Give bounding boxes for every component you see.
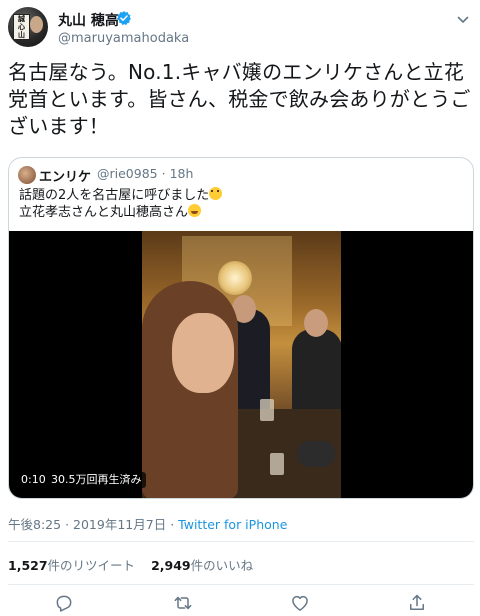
divider xyxy=(8,584,474,585)
tears-of-joy-emoji-icon xyxy=(188,204,202,217)
quoted-text-line1: 話題の2人を名古屋に呼びました xyxy=(19,187,459,204)
reply-icon[interactable] xyxy=(54,593,74,613)
quoted-text: 話題の2人を名古屋に呼びました 立花孝志さんと丸山穂高さん xyxy=(19,187,459,221)
hugging-face-emoji-icon xyxy=(209,187,223,200)
retweet-stat[interactable]: 1,527件のリツイート xyxy=(8,558,135,573)
avatar-face xyxy=(30,16,43,33)
video-views: 30.5万回再生済み xyxy=(47,472,146,488)
share-icon[interactable] xyxy=(407,593,427,613)
timestamp-separator: · xyxy=(65,517,70,532)
retweet-count: 1,527 xyxy=(8,558,48,573)
quoted-separator: · xyxy=(161,166,166,181)
quoted-age: 18h xyxy=(169,166,194,181)
author-display-name[interactable]: 丸山 穂高 xyxy=(58,10,119,30)
quoted-username: @rie0985 xyxy=(97,166,158,181)
tweet-timestamp: 午後8:25 · 2019年11月7日 · Twitter for iPhone xyxy=(8,514,287,533)
quoted-avatar xyxy=(18,166,36,184)
author-username[interactable]: @maruyamahodaka xyxy=(58,31,189,46)
avatar[interactable]: 誠 心 山 xyxy=(8,7,48,47)
timestamp-separator: · xyxy=(170,517,175,532)
retweet-label: 件のリツイート xyxy=(47,558,136,573)
retweet-icon[interactable] xyxy=(173,593,193,613)
like-stat[interactable]: 2,949件のいいね xyxy=(151,558,253,573)
heart-icon[interactable] xyxy=(290,593,310,613)
quoted-tweet[interactable]: エンリケ @rie0985 · 18h 話題の2人を名古屋に呼びました 立花孝志… xyxy=(8,157,474,499)
verified-badge-icon xyxy=(116,11,131,25)
tweet-text: 名古屋なう。No.1.キャバ嬢のエンリケさんと立花党首といます。皆さん、税金で飲… xyxy=(8,60,471,138)
video-duration: 0:10 xyxy=(17,472,50,488)
tweet-stats: 1,527件のリツイート 2,949件のいいね xyxy=(8,555,253,574)
divider xyxy=(8,541,474,542)
tweet-time[interactable]: 午後8:25 xyxy=(8,517,61,532)
like-count: 2,949 xyxy=(151,558,191,573)
video-player[interactable]: 0:10 30.5万回再生済み xyxy=(9,231,473,498)
tweet-date[interactable]: 2019年11月7日 xyxy=(73,517,166,532)
avatar-sign: 誠 心 山 xyxy=(13,14,30,40)
quoted-display-name: エンリケ xyxy=(39,170,92,185)
quoted-meta: @rie0985 · 18h xyxy=(97,166,193,181)
video-frame xyxy=(142,231,341,498)
tweet-source-link[interactable]: Twitter for iPhone xyxy=(178,517,287,532)
tweet-header: 誠 心 山 丸山 穂高 @maruyamahodaka xyxy=(8,7,472,53)
like-label: 件のいいね xyxy=(190,558,254,573)
chevron-down-icon[interactable] xyxy=(456,13,470,27)
quoted-text-line2: 立花孝志さんと丸山穂高さん xyxy=(19,204,459,221)
action-bar xyxy=(0,590,480,616)
